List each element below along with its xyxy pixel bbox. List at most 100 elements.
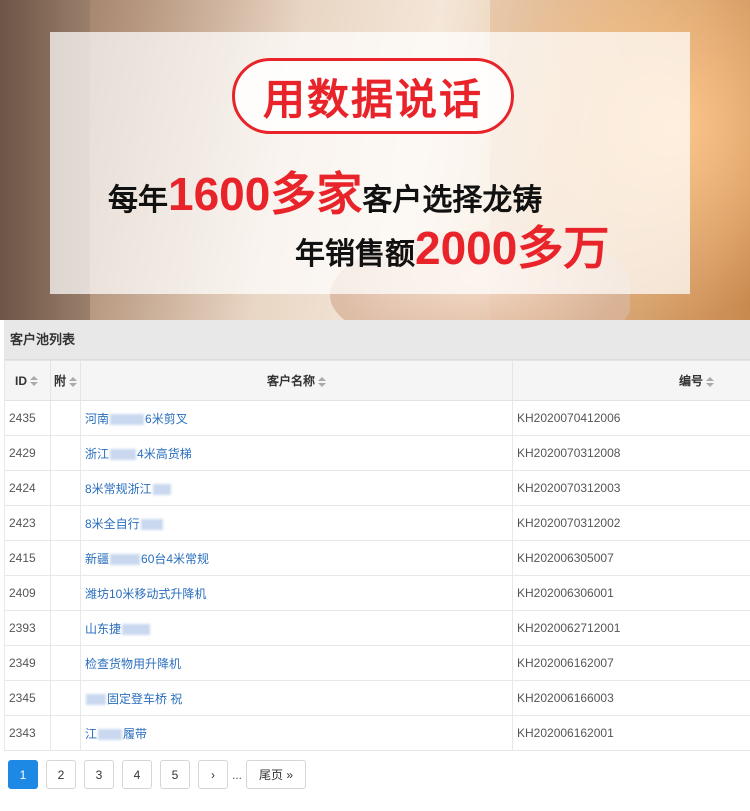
cell-code: KH202006162007 — [512, 645, 750, 681]
page-list: 12345 — [8, 760, 198, 789]
column-header-code[interactable]: 编号 — [512, 360, 750, 401]
sort-icon[interactable] — [69, 376, 77, 387]
customer-name-part: 固定登车桥 祝 — [107, 691, 183, 706]
cell-attach — [50, 575, 81, 611]
cell-attach — [50, 505, 81, 541]
cell-customer-name: 新疆 60台4米常规 — [80, 540, 513, 576]
column-header-name-label: 客户名称 — [266, 374, 315, 388]
page-5-button[interactable]: 5 — [160, 760, 190, 789]
cell-code: KH2020070312008 — [512, 435, 750, 471]
redacted-text — [110, 413, 145, 425]
cell-id: 2423 — [4, 505, 51, 541]
line1-prefix: 每年 — [108, 184, 168, 217]
customer-name-part: 8米全自行 — [85, 516, 140, 531]
banner-slogan: 用数据说话 — [232, 58, 514, 134]
cell-customer-name: 潍坊10米移动式升降机 — [80, 575, 513, 611]
page-1-button[interactable]: 1 — [8, 760, 38, 789]
line2-highlight: 2000多万 — [415, 222, 610, 274]
cell-customer-name: 8米常规浙江 — [80, 470, 513, 506]
table-row[interactable]: 2424 8米常规浙江 KH2020070312003 — [4, 470, 750, 506]
next-page-button[interactable]: › — [198, 760, 228, 789]
customer-name-link[interactable]: 新疆 60台4米常规 — [85, 552, 209, 566]
cell-code: KH2020070312002 — [512, 505, 750, 541]
table-row[interactable]: 2345 固定登车桥 祝 KH202006166003 — [4, 680, 750, 716]
customer-pool-panel: 客户池列表 ID 附 客户名称 编号 2435 河南 6米剪叉 KH202007041… — [4, 320, 750, 811]
page-2-button[interactable]: 2 — [46, 760, 76, 789]
cell-id: 2429 — [4, 435, 51, 471]
cell-id: 2409 — [4, 575, 51, 611]
cell-id: 2435 — [4, 400, 51, 436]
cell-customer-name: 江 履带 — [80, 715, 513, 751]
cell-attach — [50, 470, 81, 506]
customer-name-part: 江 — [85, 726, 98, 741]
pagination-ellipsis: ... — [232, 767, 243, 782]
cell-attach — [50, 645, 81, 681]
table-row[interactable]: 2423 8米全自行 KH2020070312002 — [4, 505, 750, 541]
last-page-button[interactable]: 尾页 » — [246, 760, 307, 789]
redacted-text — [152, 483, 171, 495]
table-row[interactable]: 2349 检查货物用升降机 KH202006162007 — [4, 645, 750, 681]
cell-attach — [50, 680, 81, 716]
customer-name-link[interactable]: 检查货物用升降机 — [85, 657, 181, 671]
page-3-button[interactable]: 3 — [84, 760, 114, 789]
cell-id: 2343 — [4, 715, 51, 751]
table-row[interactable]: 2343 江 履带 KH202006162001 — [4, 715, 750, 751]
customer-name-link[interactable]: 江 履带 — [85, 727, 147, 741]
sort-icon[interactable] — [318, 376, 326, 387]
customer-name-part: 60台4米常规 — [141, 551, 210, 566]
customer-table: ID 附 客户名称 编号 2435 河南 6米剪叉 KH2020070412006 24… — [4, 360, 750, 751]
customer-name-part: 履带 — [123, 726, 148, 741]
customer-name-part: 河南 — [85, 411, 110, 426]
customer-name-link[interactable]: 河南 6米剪叉 — [85, 412, 188, 426]
customer-name-part: 6米剪叉 — [145, 411, 188, 426]
customer-name-link[interactable]: 浙江 4米高货梯 — [85, 447, 192, 461]
column-header-name[interactable]: 客户名称 — [80, 360, 513, 401]
customer-name-part: 潍坊10米移动式升降机 — [85, 586, 207, 601]
cell-code: KH202006306001 — [512, 575, 750, 611]
table-body: 2435 河南 6米剪叉 KH2020070412006 2429 浙江 4米高货梯 KH20… — [4, 400, 750, 751]
page-4-button[interactable]: 4 — [122, 760, 152, 789]
table-row[interactable]: 2435 河南 6米剪叉 KH2020070412006 — [4, 400, 750, 436]
sort-icon[interactable] — [30, 376, 38, 387]
pagination: 12345 › ... 尾页 » — [8, 760, 314, 789]
cell-attach — [50, 540, 81, 576]
column-header-attach-label: 附 — [53, 374, 66, 388]
line2-prefix: 年销售额 — [295, 238, 415, 271]
cell-id: 2349 — [4, 645, 51, 681]
customer-name-link[interactable]: 山东捷 — [85, 622, 151, 636]
redacted-text — [110, 553, 141, 565]
customer-name-part: 检查货物用升降机 — [85, 656, 182, 671]
customer-name-part: 新疆 — [85, 551, 110, 566]
cell-code: KH2020070412006 — [512, 400, 750, 436]
redacted-text — [98, 728, 123, 740]
cell-id: 2415 — [4, 540, 51, 576]
table-row[interactable]: 2429 浙江 4米高货梯 KH2020070312008 — [4, 435, 750, 471]
sort-icon[interactable] — [706, 376, 714, 387]
table-row[interactable]: 2415 新疆 60台4米常规 KH202006305007 — [4, 540, 750, 576]
table-row[interactable]: 2409 潍坊10米移动式升降机 KH202006306001 — [4, 575, 750, 611]
cell-code: KH2020070312003 — [512, 470, 750, 506]
customer-name-link[interactable]: 潍坊10米移动式升降机 — [85, 587, 206, 601]
cell-attach — [50, 400, 81, 436]
customer-name-link[interactable]: 固定登车桥 祝 — [85, 692, 182, 706]
customer-name-link[interactable]: 8米全自行 — [85, 517, 164, 531]
column-header-attach[interactable]: 附 — [50, 360, 81, 401]
customer-name-link[interactable]: 8米常规浙江 — [85, 482, 172, 496]
customer-name-part: 浙江 — [85, 446, 110, 461]
cell-id: 2424 — [4, 470, 51, 506]
table-header-row: ID 附 客户名称 编号 — [4, 360, 750, 401]
customer-name-part: 山东捷 — [85, 621, 122, 636]
banner-line-customers: 每年 1600多家 客户选择龙铸 — [108, 158, 542, 220]
cell-code: KH202006271200​1 — [512, 610, 750, 646]
cell-customer-name: 8米全自行 — [80, 505, 513, 541]
column-header-id[interactable]: ID — [4, 360, 51, 401]
customer-name-part: 8米常规浙江 — [85, 481, 152, 496]
cell-customer-name: 固定登车桥 祝 — [80, 680, 513, 716]
table-row[interactable]: 2393 山东捷 KH202006271200​1 — [4, 610, 750, 646]
cell-id: 2345 — [4, 680, 51, 716]
column-header-id-label: ID — [15, 373, 27, 388]
redacted-text — [140, 518, 163, 530]
cell-customer-name: 检查货物用升降机 — [80, 645, 513, 681]
redacted-text — [122, 623, 151, 635]
banner-line-sales: 年销售额 2000多万 — [295, 212, 609, 274]
